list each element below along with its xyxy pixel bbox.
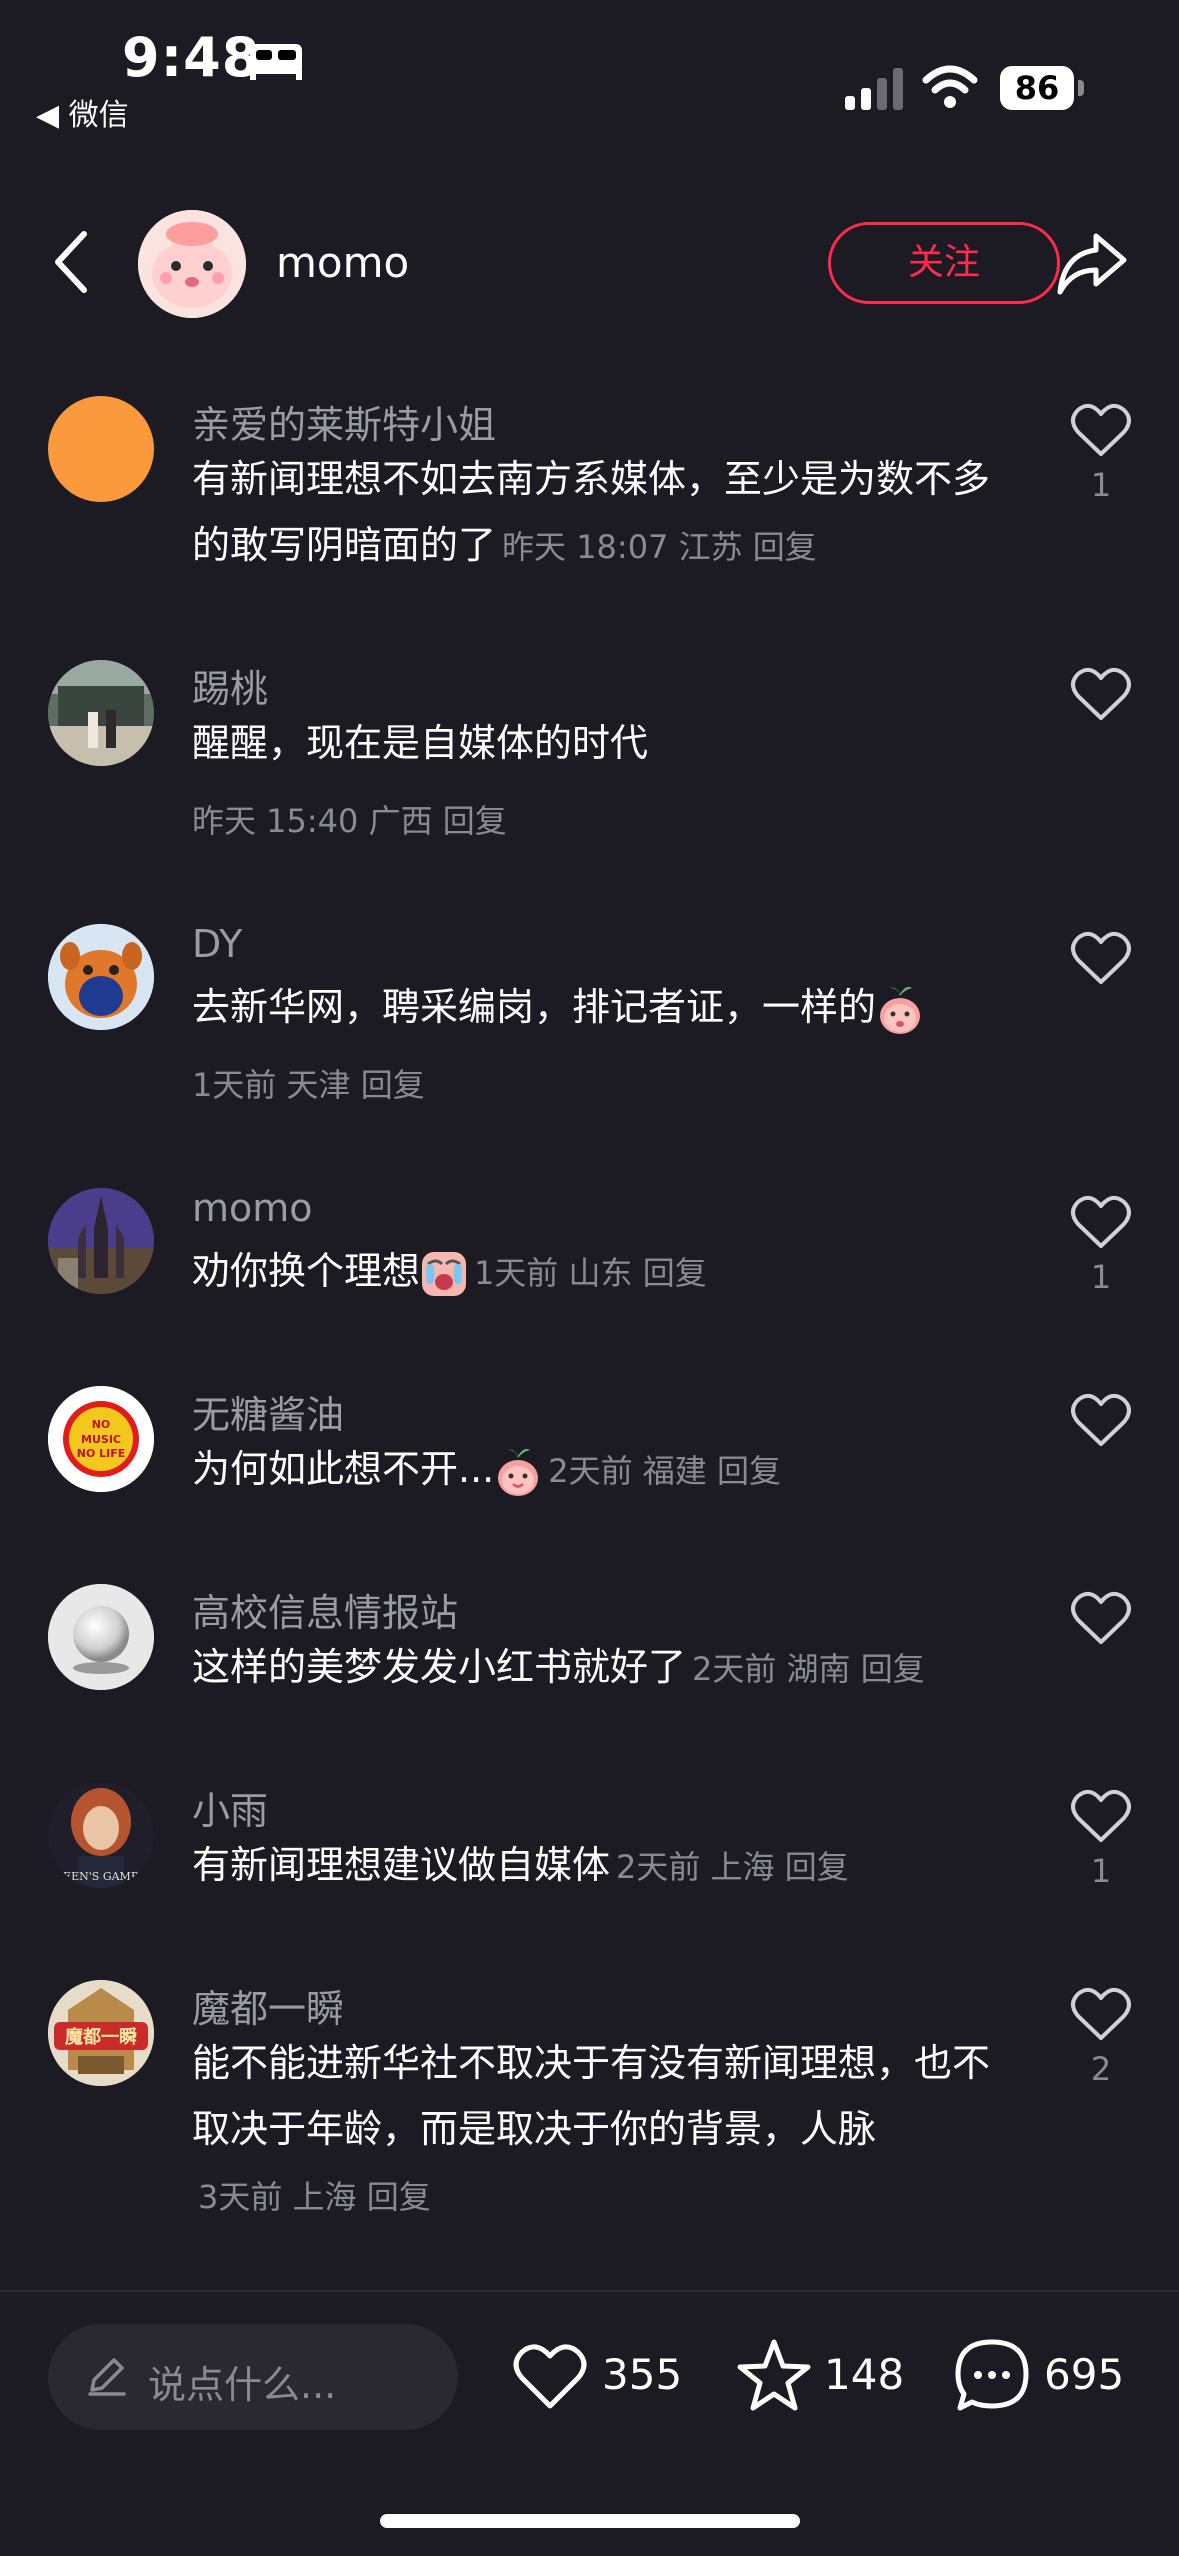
comment-text: 有新闻理想建议做自媒体 2天前 上海 回复 bbox=[192, 1832, 1012, 1900]
svg-text:EEN'S GAMB: EEN'S GAMB bbox=[63, 1870, 139, 1883]
comment-input-placeholder: 说点什么... bbox=[148, 2363, 337, 2407]
heart-icon[interactable] bbox=[1070, 1392, 1132, 1448]
comment-body: 为何如此想不开... bbox=[192, 1447, 495, 1491]
comment-text: 这样的美梦发发小红书就好了 2天前 湖南 回复 bbox=[192, 1634, 1012, 1702]
comment-meta[interactable]: 昨天 15:40 广西 回复 bbox=[192, 796, 507, 842]
comment-meta[interactable]: 2天前 湖南 回复 bbox=[692, 1650, 925, 1688]
comment-input[interactable]: 说点什么... bbox=[48, 2324, 458, 2430]
svg-text:NO LIFE: NO LIFE bbox=[77, 1447, 126, 1460]
peach-thinking-emoji-icon bbox=[880, 986, 921, 1034]
star-icon[interactable] bbox=[734, 2336, 814, 2416]
bottom-divider bbox=[0, 2290, 1179, 2292]
battery-icon: 86 bbox=[1000, 66, 1084, 110]
comment-meta[interactable]: 2天前 上海 回复 bbox=[616, 1848, 849, 1886]
comment-body: 这样的美梦发发小红书就好了 bbox=[192, 1645, 687, 1689]
peach-smile-emoji-icon bbox=[498, 1448, 539, 1496]
commenter-name[interactable]: 踢桃 bbox=[192, 658, 268, 713]
commenter-avatar[interactable] bbox=[48, 1584, 154, 1690]
author-avatar[interactable] bbox=[138, 210, 246, 318]
commenter-name[interactable]: 亲爱的莱斯特小姐 bbox=[192, 394, 496, 449]
comment-body: 能不能进新华社不取决于有没有新闻理想，也不取决于年龄，而是取决于你的背景，人脉 bbox=[192, 2041, 991, 2151]
status-bar: 9:48 ◀ 微信 86 bbox=[0, 0, 1179, 140]
svg-text:MUSIC: MUSIC bbox=[81, 1433, 121, 1446]
pencil-icon bbox=[88, 2358, 126, 2396]
commenter-avatar[interactable] bbox=[48, 660, 154, 766]
commenter-avatar[interactable]: 魔都一瞬 bbox=[48, 1980, 154, 2086]
heart-icon[interactable] bbox=[1070, 1590, 1132, 1646]
heart-icon[interactable] bbox=[1070, 666, 1132, 722]
like-count-total: 355 bbox=[602, 2350, 683, 2399]
comment-meta[interactable]: 2天前 福建 回复 bbox=[548, 1452, 781, 1490]
comment-body: 醒醒，现在是自媒体的时代 bbox=[192, 721, 649, 765]
comment-bubble-icon[interactable] bbox=[952, 2336, 1032, 2416]
commenter-avatar[interactable]: NO MUSIC NO LIFE bbox=[48, 1386, 154, 1492]
comment-text: 劝你换个理想 1天前 山东 回复 bbox=[192, 1238, 1012, 1306]
comment-body: 去新华网，聘采编岗，排记者证，一样的 bbox=[192, 985, 877, 1029]
crying-emoji-icon bbox=[422, 1251, 467, 1296]
status-time: 9:48 bbox=[122, 26, 261, 89]
commenter-name[interactable]: DY bbox=[192, 922, 242, 966]
bed-icon bbox=[250, 44, 302, 80]
comment-body: 劝你换个理想 bbox=[192, 1249, 421, 1293]
heart-icon[interactable] bbox=[1070, 1788, 1132, 1844]
comment-meta[interactable]: 1天前 天津 回复 bbox=[192, 1060, 425, 1106]
comment-meta[interactable]: 昨天 18:07 江苏 回复 bbox=[502, 528, 817, 566]
back-to-wechat-link[interactable]: ◀ 微信 bbox=[36, 90, 129, 134]
comment-count: 695 bbox=[1044, 2350, 1125, 2399]
collect-count: 148 bbox=[824, 2350, 905, 2399]
commenter-name[interactable]: 无糖酱油 bbox=[192, 1384, 344, 1439]
comment-text: 去新华网，聘采编岗，排记者证，一样的 bbox=[192, 974, 1012, 1040]
heart-icon[interactable] bbox=[1070, 1194, 1132, 1250]
home-indicator[interactable] bbox=[380, 2514, 800, 2528]
commenter-avatar[interactable] bbox=[48, 924, 154, 1030]
like-count: 2 bbox=[1090, 2050, 1112, 2088]
comment-text: 有新闻理想不如去南方系媒体，至少是为数不多的敢写阴暗面的了 昨天 18:07 江苏… bbox=[192, 446, 1012, 580]
commenter-name[interactable]: 魔都一瞬 bbox=[192, 1978, 344, 2033]
like-count: 1 bbox=[1090, 1852, 1112, 1890]
heart-icon[interactable] bbox=[1070, 1986, 1132, 2042]
comment-meta[interactable]: 3天前 上海 回复 bbox=[198, 2178, 431, 2216]
commenter-name[interactable]: 小雨 bbox=[192, 1780, 268, 1835]
share-icon[interactable] bbox=[1056, 230, 1128, 296]
commenter-avatar[interactable]: EEN'S GAMB bbox=[48, 1782, 154, 1888]
signal-icon bbox=[845, 68, 903, 110]
author-name[interactable]: momo bbox=[276, 238, 409, 287]
comment-text: 能不能进新华社不取决于有没有新闻理想，也不取决于年龄，而是取决于你的背景，人脉 3… bbox=[192, 2030, 1012, 2230]
comment-meta[interactable]: 1天前 山东 回复 bbox=[474, 1254, 707, 1292]
svg-text:魔都一瞬: 魔都一瞬 bbox=[65, 2026, 137, 2048]
like-count: 1 bbox=[1090, 466, 1112, 504]
like-count: 1 bbox=[1090, 1258, 1112, 1296]
follow-button[interactable]: 关注 bbox=[828, 222, 1060, 304]
commenter-name[interactable]: momo bbox=[192, 1186, 313, 1230]
commenter-avatar[interactable] bbox=[48, 1188, 154, 1294]
like-heart-icon[interactable] bbox=[510, 2336, 590, 2416]
back-icon[interactable] bbox=[50, 230, 90, 294]
comment-body: 有新闻理想建议做自媒体 bbox=[192, 1843, 611, 1887]
battery-level: 86 bbox=[1000, 66, 1074, 110]
profile-header: momo 关注 bbox=[0, 200, 1179, 330]
heart-icon[interactable] bbox=[1070, 930, 1132, 986]
comment-text: 为何如此想不开... 2天前 福建 回复 bbox=[192, 1436, 1012, 1504]
heart-icon[interactable] bbox=[1070, 402, 1132, 458]
svg-text:NO: NO bbox=[92, 1418, 111, 1431]
wifi-icon bbox=[922, 65, 978, 108]
commenter-avatar[interactable] bbox=[48, 396, 154, 502]
commenter-name[interactable]: 高校信息情报站 bbox=[192, 1582, 458, 1637]
